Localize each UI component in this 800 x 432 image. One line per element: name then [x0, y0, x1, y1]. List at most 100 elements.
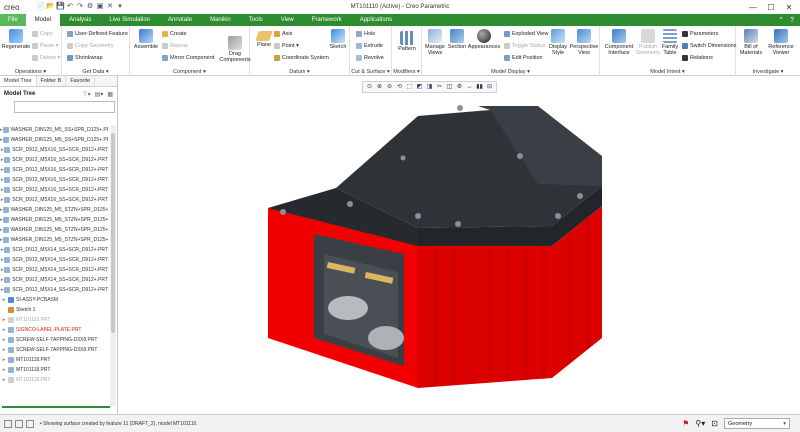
tree-item[interactable]: ▸ SCREW-SELF-TAPPING-D3X8.PRT [0, 345, 108, 355]
operations-label[interactable]: Operations ▾ [0, 69, 61, 75]
regenerate-button[interactable]: Regenerate [2, 29, 30, 50]
edit-position-button[interactable]: Edit Position [504, 55, 543, 61]
expand-arrow-icon[interactable]: ▸ [0, 347, 8, 353]
redo-icon[interactable]: ↷ [76, 3, 84, 11]
expand-arrow-icon[interactable]: ▸ [0, 367, 8, 373]
drag-components-button[interactable]: Drag Components [219, 36, 251, 63]
flag-icon[interactable]: ⚑ [682, 419, 689, 428]
fullscreen-icon[interactable] [26, 419, 34, 428]
point-button[interactable]: Point ▾ [274, 43, 299, 49]
collapse-ribbon-icon[interactable]: ⌃ [778, 16, 784, 24]
plane-button[interactable]: Plane [253, 31, 275, 48]
expand-arrow-icon[interactable]: ▸ [0, 357, 8, 363]
expand-arrow-icon[interactable]: ▸ [0, 317, 8, 323]
display-style-button[interactable]: Display Style [548, 29, 568, 56]
expand-arrow-icon[interactable]: ▸ [0, 297, 8, 303]
tab-tools[interactable]: Tools [240, 14, 272, 26]
paste-button[interactable]: Paste ▾ [32, 43, 58, 49]
delete-button[interactable]: Delete ▾ [32, 55, 60, 61]
perspective-view-button[interactable]: Perspective View [570, 29, 598, 56]
mirror-component-button[interactable]: Mirror Component [162, 55, 214, 61]
expand-arrow-icon[interactable]: ▸ [0, 337, 8, 343]
pattern-button[interactable]: Pattern [395, 31, 419, 52]
cut-surface-label[interactable]: Cut & Surface ▾ [350, 69, 391, 75]
tree-item[interactable]: ▸ MT101118.PRT [0, 365, 108, 375]
reference-viewer-button[interactable]: Reference Viewer [766, 29, 796, 56]
tree-item[interactable]: ▸ WASHER_DIN125_M5_SS+SPR_D125+.PR [0, 135, 108, 145]
regenerate-icon[interactable]: ⚙ [86, 3, 94, 11]
hole-button[interactable]: Hole [356, 31, 375, 37]
minimize-button[interactable]: — [744, 3, 762, 12]
tab-model[interactable]: Model [25, 14, 61, 26]
close-window-icon[interactable]: ✕ [106, 3, 114, 11]
sketch-button[interactable]: Sketch [328, 29, 348, 50]
tree-item[interactable]: ▸ SCR_D912_M5X14_SS+SCR_D912+.PRT [0, 275, 108, 285]
extrude-button[interactable]: Extrude [356, 43, 383, 49]
expand-arrow-icon[interactable]: ▸ [0, 377, 8, 383]
manage-views-button[interactable]: Manage Views [424, 29, 446, 56]
tab-analysis[interactable]: Analysis [60, 14, 100, 26]
revolve-button[interactable]: Revolve [356, 55, 384, 61]
scrollbar-thumb[interactable] [111, 133, 115, 333]
create-button[interactable]: Create [162, 31, 187, 37]
tab-live-simulation[interactable]: Live Simulation [100, 14, 159, 26]
tree-item[interactable]: ▸ WASHER_DIN125_M5_STZN+SPR_D125+ [0, 205, 108, 215]
tree-item[interactable]: ▸ SIGNCO-LABEL-PLATE.PRT [0, 325, 108, 335]
tab-file[interactable]: File [0, 14, 26, 26]
tab-manikin[interactable]: Manikin [201, 14, 240, 26]
model-display-label[interactable]: Model Display ▾ [422, 69, 599, 75]
family-table-button[interactable]: Family Table [660, 29, 680, 56]
get-data-label[interactable]: Get Data ▾ [62, 69, 129, 75]
save-icon[interactable]: 💾 [56, 3, 65, 11]
shrinkwrap-button[interactable]: Shrinkwrap [67, 55, 103, 61]
component-interface-button[interactable]: Component Interface [602, 29, 636, 56]
tree-item[interactable]: ▸ SCR_D912_M5X14_SS+SCR_D912+.PRT [0, 255, 108, 265]
tree-item[interactable]: Sketch 1 [0, 305, 108, 315]
axis-button[interactable]: Axis [274, 31, 292, 37]
selection-filter-dropdown[interactable]: Geometry ▾ [724, 418, 790, 429]
modifiers-label[interactable]: Modifiers ▾ [392, 69, 421, 75]
tree-item[interactable]: ▸ SCR_D912_M5X16_SS+SCR_D912+.PRT [0, 155, 108, 165]
coordinate-system-button[interactable]: Coordinate System [274, 55, 329, 61]
tree-item[interactable]: ▸ MT101118.PRT [0, 375, 108, 385]
close-button[interactable]: ✕ [780, 3, 798, 12]
tree-item[interactable]: ▸ SCR_D912_M5X16_SS+SCR_D912+.PRT [0, 145, 108, 155]
new-file-icon[interactable]: 📄 [36, 3, 45, 11]
tab-applications[interactable]: Applications [351, 14, 401, 26]
tree-filter-icon[interactable]: ⊤▾ [82, 91, 90, 98]
exploded-view-button[interactable]: Exploded View [504, 31, 548, 37]
tab-model-tree[interactable]: Model Tree [0, 76, 37, 86]
tab-annotate[interactable]: Annotate [159, 14, 201, 26]
customize-qa-icon[interactable]: ▾ [116, 3, 124, 11]
maximize-button[interactable]: ☐ [762, 3, 780, 12]
tab-framework[interactable]: Framework [303, 14, 351, 26]
section-button[interactable]: Section [446, 29, 468, 50]
tree-item[interactable]: ▸ SCR_D912_M5X16_SS+SCR_D912+.PRT [0, 195, 108, 205]
expand-arrow-icon[interactable]: ▸ [0, 327, 8, 333]
model-intent-label[interactable]: Model Intent ▾ [600, 69, 735, 75]
investigate-label[interactable]: Investigate ▾ [736, 69, 800, 75]
tree-item[interactable]: ▸ MT101110.PRT [0, 315, 108, 325]
tree-item[interactable]: ▸ SCR_D912_M5X16_SS+SCR_D912+.PRT [0, 175, 108, 185]
tree-item[interactable]: ▸ SCREW-SELF-TAPPING-D3X8.PRT [0, 335, 108, 345]
tree-item[interactable]: ▸ SCR_D912_M5X14_SS+SCR_D912+.PRT [0, 265, 108, 275]
tree-item[interactable]: ▸ WASHER_DIN125_M5_STZN+SPR_D125+ [0, 235, 108, 245]
selection-filter-icon[interactable]: ⚲▾ [695, 419, 705, 428]
tree-item[interactable]: ▸ SCR_D912_M5X16_SS+SCR_D912+.PRT [0, 185, 108, 195]
tree-item[interactable]: ▸ WASHER_DIN125_M5_SS+SPR_D125+.PR [0, 125, 108, 135]
copy-button[interactable]: Copy [32, 31, 53, 37]
publish-geometry-button[interactable]: Publish Geometry [636, 29, 660, 56]
switch-dimensions-button[interactable]: Switch Dimensions [682, 43, 736, 49]
tree-item[interactable]: ▸ MT101118.PRT [0, 355, 108, 365]
tree-item[interactable]: ▸ SCR_D912_M5X14_SS+SCR_D912+.PRT [0, 285, 108, 295]
help-icon[interactable]: ? [790, 17, 794, 24]
repeat-button[interactable]: Repeat [162, 43, 188, 49]
browser-toggle-icon[interactable] [15, 419, 23, 428]
tab-favorites[interactable]: Favorite [66, 76, 96, 86]
tree-item[interactable]: ▸ SCR_D912_M5X16_SS+SCR_D912+.PRT [0, 165, 108, 175]
assemble-button[interactable]: Assemble [133, 29, 159, 50]
datum-label[interactable]: Datum ▾ [250, 69, 349, 75]
tab-folder-browser[interactable]: Folder B [37, 76, 67, 86]
windows-icon[interactable]: ▣ [96, 3, 104, 11]
relations-button[interactable]: Relations [682, 55, 713, 61]
